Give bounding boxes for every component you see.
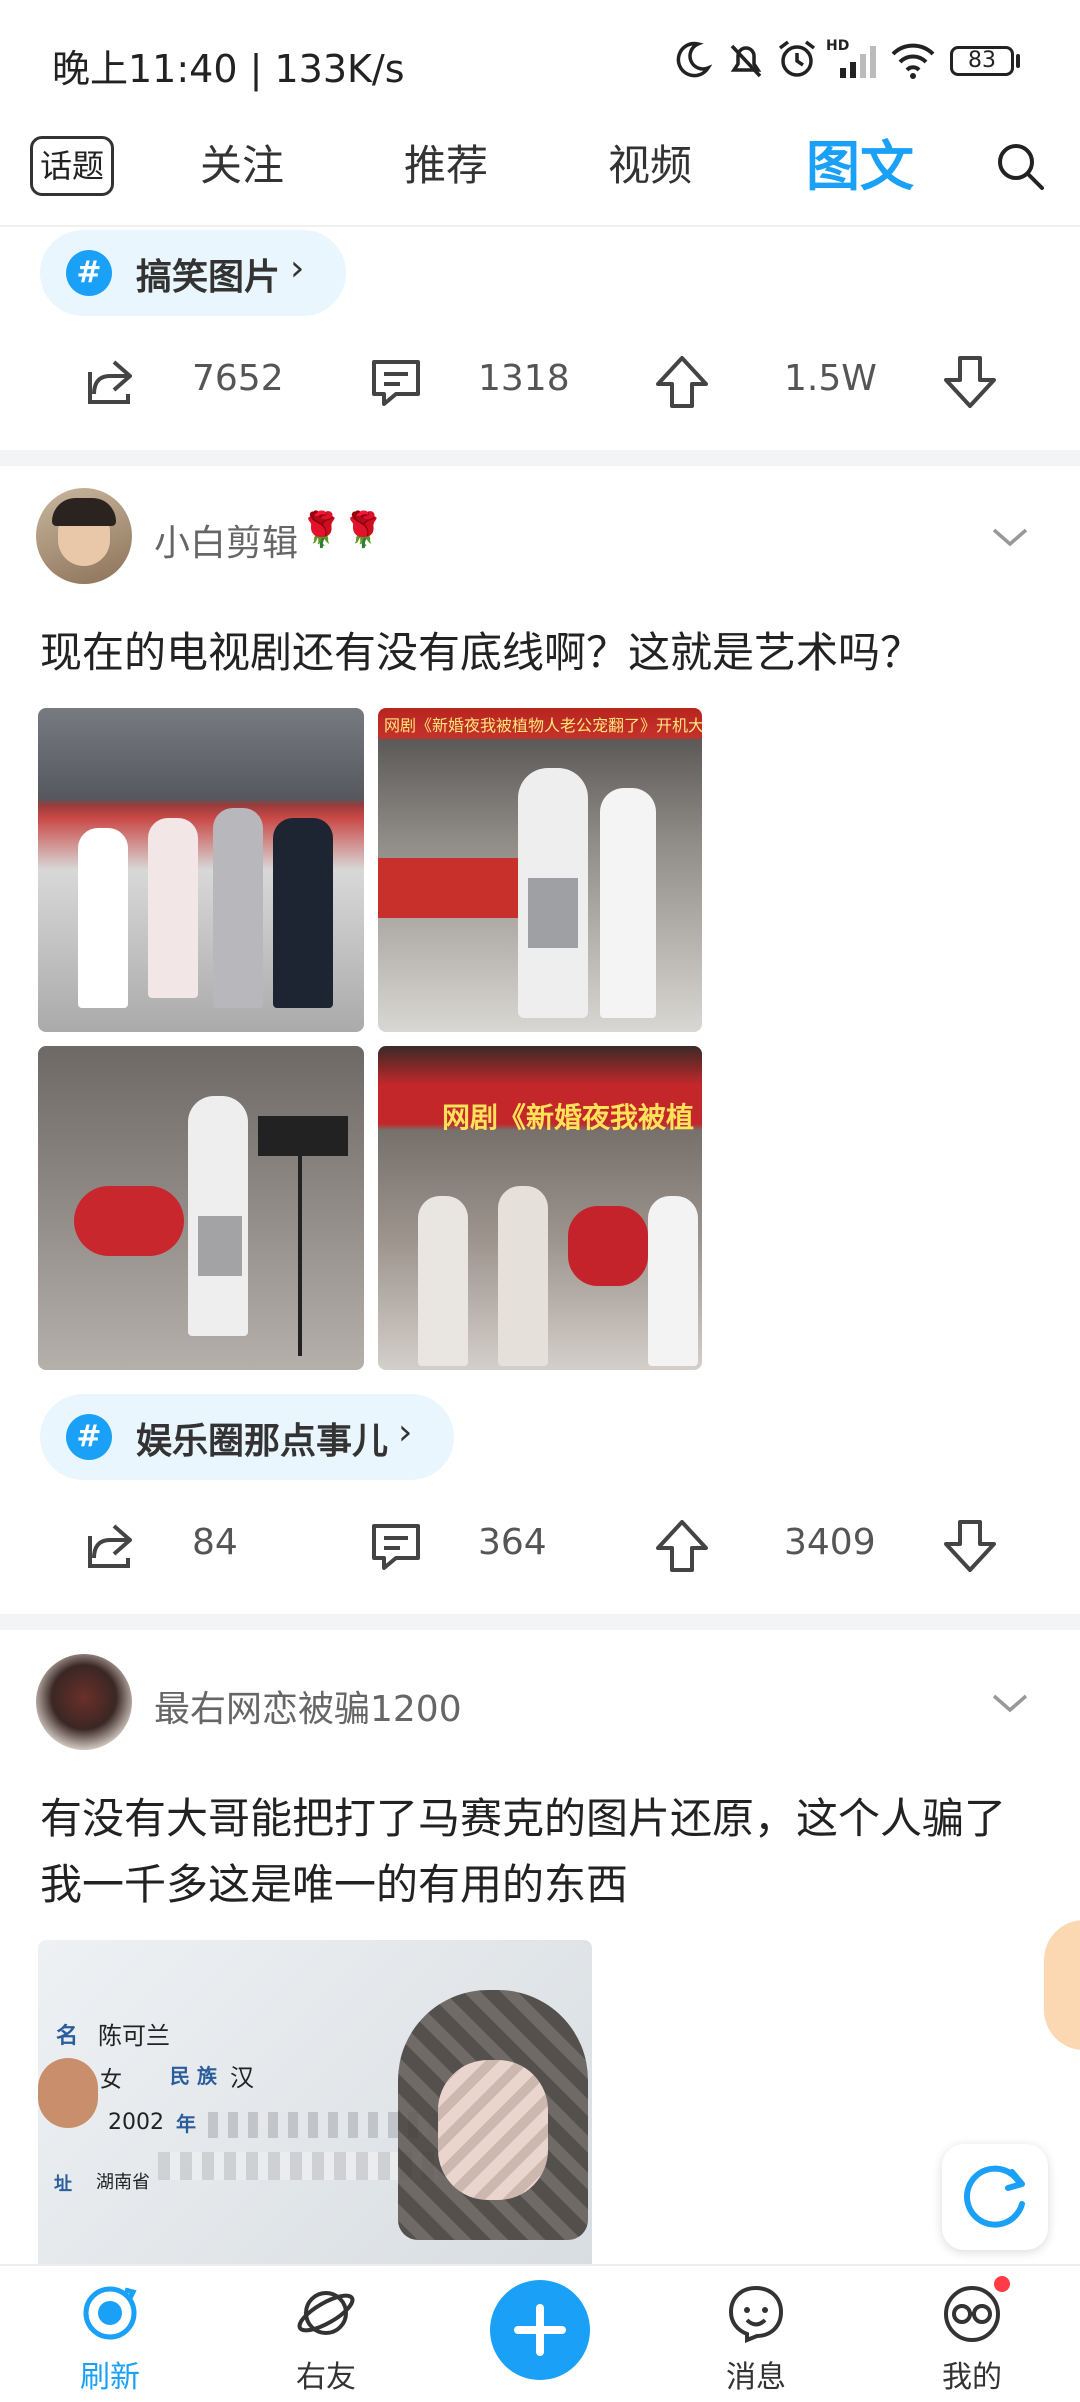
share-icon[interactable] <box>80 1516 140 1576</box>
hash-icon: # <box>66 250 112 296</box>
battery-level: 83 <box>968 48 996 73</box>
topic-chip[interactable]: # 搞笑图片 › <box>40 230 346 316</box>
search-icon[interactable] <box>994 140 1046 192</box>
post-photo-1[interactable] <box>38 708 364 1032</box>
post-photo-3[interactable] <box>38 1046 364 1370</box>
topic-chip[interactable]: # 娱乐圈那点事儿 › <box>40 1394 454 1480</box>
topic-button[interactable]: 话题 <box>30 136 114 196</box>
post-photo-2[interactable]: 网剧《新婚夜我被植物人老公宠翻了》开机大吉 <box>378 708 702 1032</box>
nav-label: 右友 <box>296 2360 356 2395</box>
topic-label: 搞笑图片 <box>136 257 281 298</box>
banner-text: 网剧《新婚夜我被植物人老公宠翻了》开机大吉 <box>384 716 702 735</box>
card-divider <box>0 1614 1080 1630</box>
topic-label: 娱乐圈那点事儿 <box>136 1421 389 1462</box>
chevron-right-icon: › <box>290 248 305 289</box>
battery-icon: 83 <box>950 46 1014 76</box>
wifi-icon <box>891 43 935 79</box>
nav-label: 刷新 <box>80 2360 140 2395</box>
post-title[interactable]: 现在的电视剧还有没有底线啊？这就是艺术吗？ <box>40 620 1040 686</box>
message-face-icon <box>728 2285 784 2343</box>
hash-icon: # <box>66 1414 112 1460</box>
post-add-button[interactable] <box>490 2280 590 2380</box>
comment-count: 1318 <box>478 358 570 399</box>
avatar[interactable] <box>36 488 132 584</box>
top-nav: 话题 关注 推荐 视频 图文 <box>0 110 1080 227</box>
bottom-nav: 刷新 右友 消息 我的 <box>0 2264 1080 2402</box>
notification-dot <box>994 2276 1010 2292</box>
tab-follow[interactable]: 关注 <box>200 132 284 193</box>
nav-messages[interactable]: 消息 <box>686 2282 826 2396</box>
plus-icon <box>514 2304 566 2356</box>
comment-icon[interactable] <box>366 352 426 412</box>
status-bar: 晚上11:40 | 133K/s HD 83 <box>0 0 1080 110</box>
profile-glasses-icon <box>944 2286 1000 2342</box>
author-name[interactable]: 小白剪辑 <box>154 514 298 566</box>
nav-refresh[interactable]: 刷新 <box>40 2282 180 2396</box>
planet-icon <box>297 2291 355 2335</box>
nav-friends[interactable]: 右友 <box>256 2282 396 2396</box>
share-count: 84 <box>192 1522 238 1563</box>
upvote-icon[interactable] <box>652 1516 712 1576</box>
alarm-icon <box>778 40 816 77</box>
refresh-icon <box>964 2165 1025 2228</box>
upvote-count: 1.5W <box>784 358 877 399</box>
downvote-icon[interactable] <box>940 352 1000 412</box>
upvote-icon[interactable] <box>652 352 712 412</box>
signal-icon: HD <box>826 38 876 78</box>
tab-video[interactable]: 视频 <box>608 132 692 193</box>
post-title[interactable]: 有没有大哥能把打了马赛克的图片还原，这个人骗了我一千多这是唯一的有用的东西 <box>40 1786 1040 1918</box>
comment-count: 364 <box>478 1522 547 1563</box>
nav-me[interactable]: 我的 <box>902 2276 1042 2396</box>
mute-bell-icon <box>730 44 762 78</box>
svg-text:HD: HD <box>826 38 849 54</box>
upvote-count: 3409 <box>784 1522 876 1563</box>
post-photo-idcard[interactable]: 名 陈可兰 女 民 族 汉 2002 年 址 湖南省 <box>38 1940 592 2266</box>
refresh-button[interactable] <box>942 2144 1048 2250</box>
refresh-home-icon <box>83 2286 137 2340</box>
status-time: 晚上11:40 | 133K/s <box>52 47 405 91</box>
floating-side-tab[interactable] <box>1044 1920 1080 2050</box>
avatar[interactable] <box>36 1654 132 1750</box>
share-icon[interactable] <box>80 352 140 412</box>
tab-recommend[interactable]: 推荐 <box>404 132 488 193</box>
share-count: 7652 <box>192 358 284 399</box>
battery-tip <box>1016 54 1020 68</box>
post-photo-4[interactable]: 网剧《新婚夜我被植 <box>378 1046 702 1370</box>
chevron-right-icon: › <box>398 1412 413 1453</box>
author-name[interactable]: 最右网恋被骗1200 <box>154 1680 462 1732</box>
comment-icon[interactable] <box>366 1516 426 1576</box>
chevron-down-icon[interactable] <box>990 1692 1030 1716</box>
downvote-icon[interactable] <box>940 1516 1000 1576</box>
nav-label: 消息 <box>726 2360 786 2395</box>
nav-label: 我的 <box>942 2360 1002 2395</box>
action-bar: 7652 1318 1.5W <box>0 338 1080 428</box>
chevron-down-icon[interactable] <box>990 526 1030 550</box>
action-bar: 84 364 3409 <box>0 1502 1080 1592</box>
moon-icon <box>676 41 712 78</box>
author-badge: 🌹🌹 <box>300 510 385 550</box>
banner-text: 网剧《新婚夜我被植 <box>442 1101 695 1134</box>
tab-image-text[interactable]: 图文 <box>806 122 914 201</box>
card-divider <box>0 450 1080 466</box>
